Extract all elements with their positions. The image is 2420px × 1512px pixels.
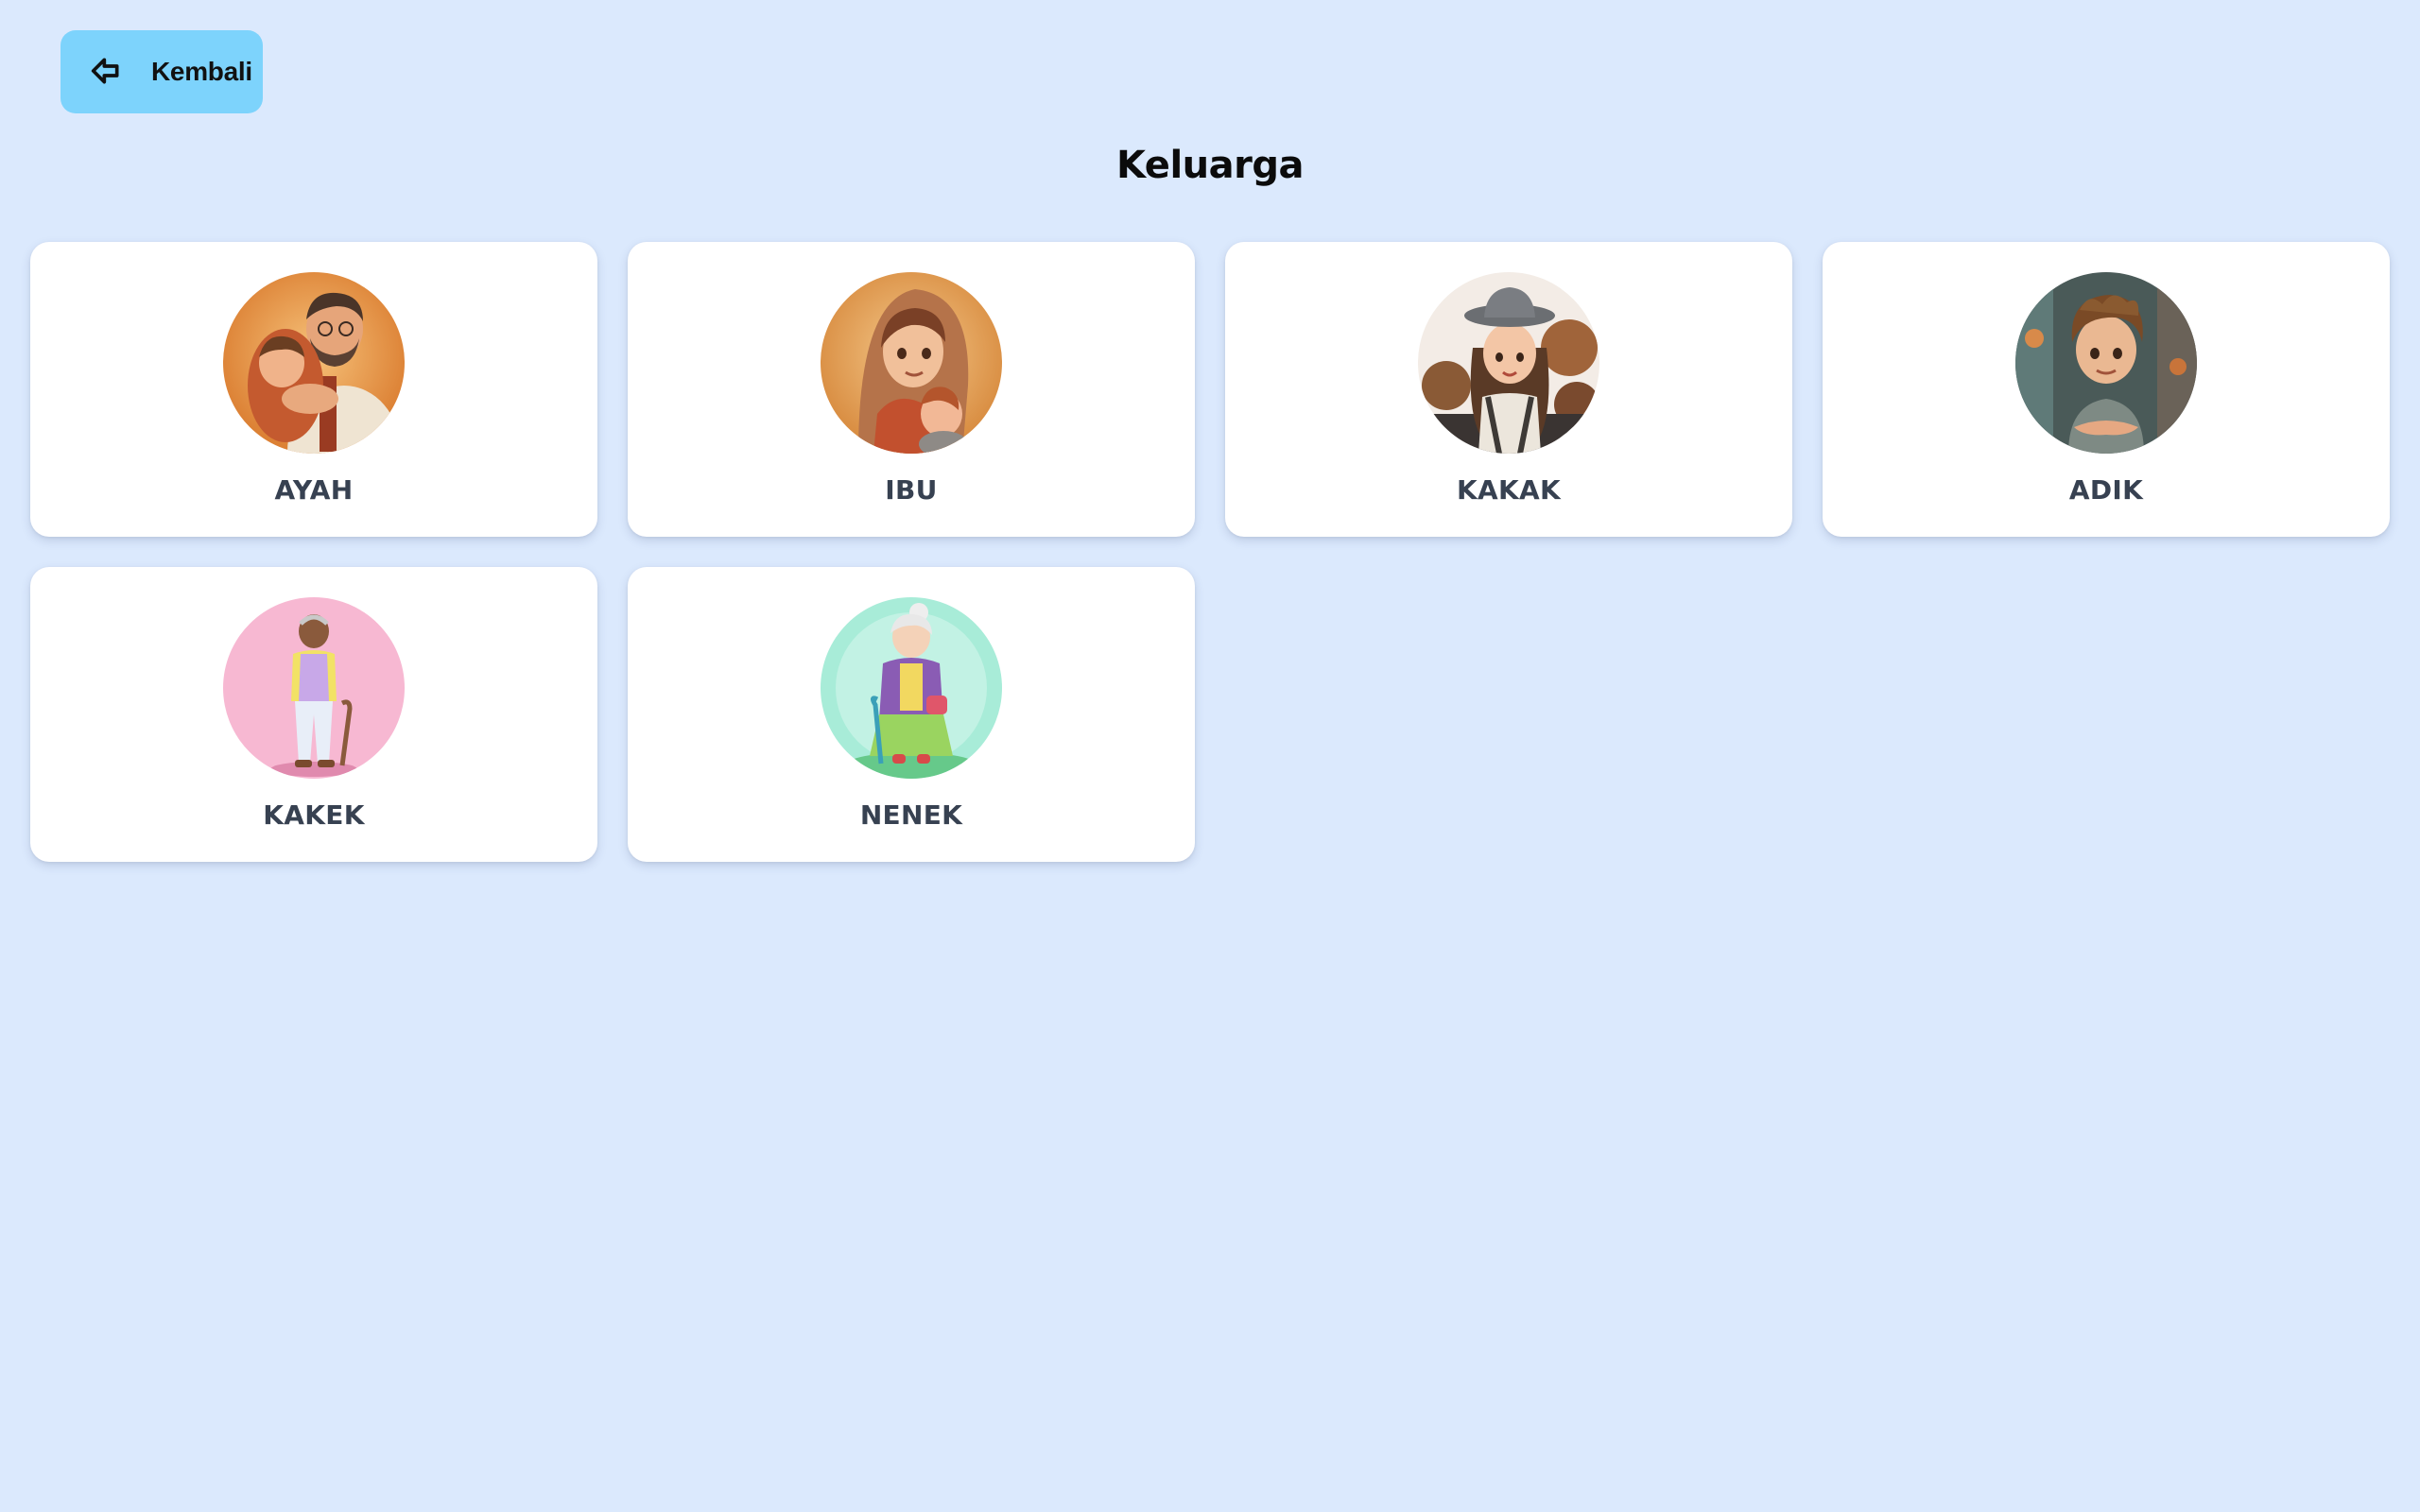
family-card-adik[interactable]: ADIK [1823,242,2390,537]
card-label: KAKAK [1457,474,1561,506]
card-label: KAKEK [263,799,365,831]
family-card-kakek[interactable]: KAKEK [30,567,597,862]
grandmother-with-cane-illustration [821,597,1002,779]
arrow-left-icon [87,52,125,93]
back-button[interactable]: Kembali [60,30,263,113]
father-hugging-child-illustration [223,272,405,454]
family-card-ibu[interactable]: IBU [628,242,1195,537]
older-sister-illustration [1418,272,1599,454]
younger-brother-illustration [2015,272,2197,454]
family-card-nenek[interactable]: NENEK [628,567,1195,862]
card-label: NENEK [859,799,963,831]
card-label: AYAH [274,474,354,506]
page-title: Keluarga [1116,144,1304,187]
mother-holding-baby-illustration [821,272,1002,454]
card-label: ADIK [2068,474,2144,506]
grandfather-with-cane-illustration [223,597,405,779]
family-card-kakak[interactable]: KAKAK [1225,242,1792,537]
family-card-ayah[interactable]: AYAH [30,242,597,537]
back-label: Kembali [151,57,252,86]
card-label: IBU [885,474,938,506]
